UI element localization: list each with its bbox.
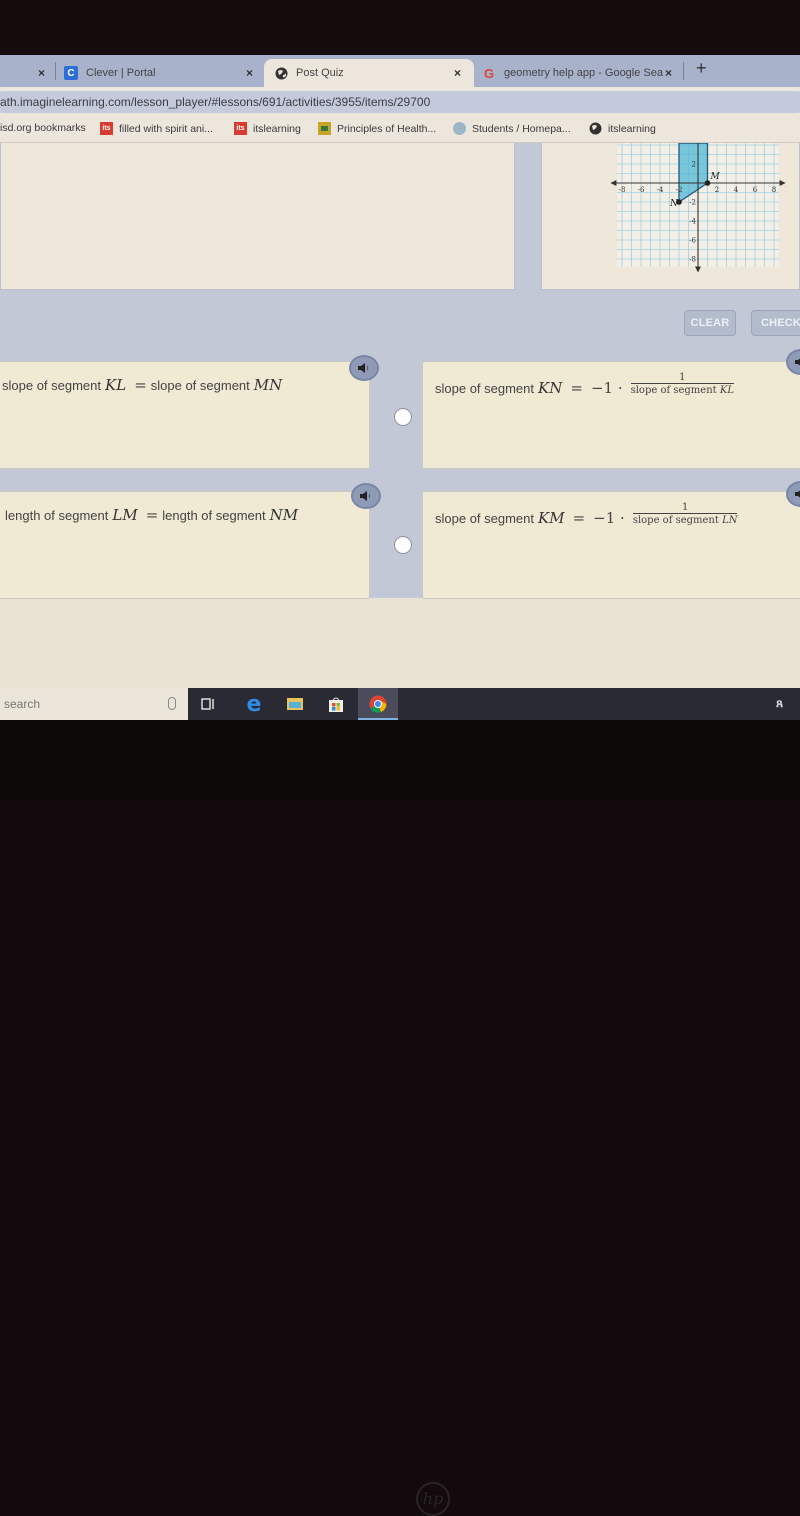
bookmark-itslearning[interactable]: its itslearning [234,122,301,135]
fraction: 1 slope of segment KL [630,372,734,396]
tab-google-search[interactable]: G geometry help app - Google Sea × [482,59,682,87]
speaker-icon [358,363,369,373]
tab-separator [55,62,56,80]
statement-card-3[interactable]: length of segment LM = length of segment… [0,491,370,599]
tab-label: Clever | Portal [86,67,156,79]
statement-card-1[interactable]: slope of segment KL = slope of segment M… [0,361,370,469]
google-icon: G [483,65,495,81]
tab-clever-portal[interactable]: C Clever | Portal × [64,59,264,87]
x-tick-label: 6 [753,186,758,194]
x-tick-label: -2 [676,186,683,194]
close-icon[interactable]: × [246,66,253,80]
point-label-n: N [669,199,679,209]
x-tick-label: 8 [772,186,776,194]
store-icon[interactable] [326,694,346,714]
audio-button-3[interactable] [351,483,381,509]
taskbar-search-input[interactable]: search [0,688,188,720]
bookmark-isd[interactable]: isd.org bookmarks [0,122,86,134]
graph-panel: -8 -6 -4 -2 2 4 6 8 x 2 -2 -4 -6 -8 M N [541,143,800,290]
monitor-bezel-bottom: hp [0,720,800,1516]
file-explorer-icon[interactable] [285,694,305,714]
statement-text: slope of segment KM = −1 · 1 slope of se… [435,502,738,527]
match-radio-2[interactable] [394,536,412,554]
close-icon[interactable]: × [665,66,672,80]
tab-label: geometry help app - Google Sea [504,67,663,79]
check-button[interactable]: CHECK [751,310,800,336]
page-bottom-area [0,598,800,688]
tab-strip: × C Clever | Portal × Post Quiz × G geom… [0,55,800,87]
question-panel [0,143,515,290]
audio-button-1[interactable] [349,355,379,381]
statement-text: slope of segment KL = slope of segment M… [2,376,283,394]
clever-icon: C [64,66,78,80]
statement-card-4[interactable]: slope of segment KM = −1 · 1 slope of se… [422,491,800,599]
tab-unknown[interactable]: × [0,59,58,87]
bookmark-students-homepage[interactable]: Students / Homepa... [453,122,571,135]
lesson-page: -8 -6 -4 -2 2 4 6 8 x 2 -2 -4 -6 -8 M N CLEAR CHECK slo… [0,143,800,688]
bookmark-principles-of-health[interactable]: Principles of Health... [318,122,436,135]
bookmark-itslearning-2[interactable]: itslearning [589,122,656,135]
statement-card-2[interactable]: slope of segment KN = −1 · 1 slope of se… [422,361,800,469]
x-tick-label: -4 [657,186,664,194]
point-label-m: M [710,172,721,182]
task-view-icon[interactable] [198,694,218,714]
y-tick-label: 2 [692,161,696,169]
globe-icon [274,66,288,80]
taskbar: search e ጸ [0,688,800,720]
x-tick-label: -6 [638,186,645,194]
tab-post-quiz[interactable]: Post Quiz × [264,59,474,87]
y-tick-label: -8 [689,256,696,264]
classroom-icon [318,122,331,135]
y-tick-label: -4 [689,218,696,226]
tab-separator [683,62,684,80]
y-tick-label: -6 [689,237,696,245]
tab-label: Post Quiz [296,67,344,79]
microphone-icon[interactable] [168,697,176,710]
edge-icon[interactable]: e [244,692,264,717]
statement-text: length of segment LM = length of segment… [5,506,299,524]
speaker-icon [795,358,800,366]
bookmarks-bar: isd.org bookmarks its filled with spirit… [0,117,800,143]
new-tab-button[interactable]: + [696,58,707,79]
itslearning-icon: its [234,122,247,135]
point-m [704,180,711,186]
people-icon[interactable]: ጸ [776,696,783,711]
x-tick-label: -8 [619,186,626,194]
close-icon[interactable]: × [454,66,461,80]
fraction: 1 slope of segment LN [632,502,738,526]
y-tick-label: -2 [689,199,696,207]
x-axis-label: x [785,180,786,189]
x-axis-arrow-left [610,180,617,186]
itslearning-icon: its [100,122,113,135]
globe-icon [589,122,602,135]
close-icon[interactable]: × [38,66,45,80]
seal-icon [453,122,466,135]
hp-logo: hp [416,1482,450,1516]
monitor-bezel-top [0,0,800,55]
speaker-icon [360,491,371,501]
x-tick-label: 4 [734,186,739,194]
chrome-icon[interactable] [368,694,388,714]
bookmark-filled-with-spirit[interactable]: its filled with spirit ani... [100,122,213,135]
match-radio-1[interactable] [394,408,412,426]
screen: × C Clever | Portal × Post Quiz × G geom… [0,0,800,1516]
clear-button[interactable]: CLEAR [684,310,736,336]
y-axis-arrow-down [695,266,701,273]
speaker-icon [795,490,800,498]
coordinate-graph: -8 -6 -4 -2 2 4 6 8 x 2 -2 -4 -6 -8 M N [610,143,786,273]
x-tick-label: 2 [715,186,719,194]
statement-text: slope of segment KN = −1 · 1 slope of se… [435,372,734,397]
url-input[interactable]: ath.imaginelearning.com/lesson_player/#l… [0,91,800,113]
address-bar: ath.imaginelearning.com/lesson_player/#l… [0,87,800,117]
